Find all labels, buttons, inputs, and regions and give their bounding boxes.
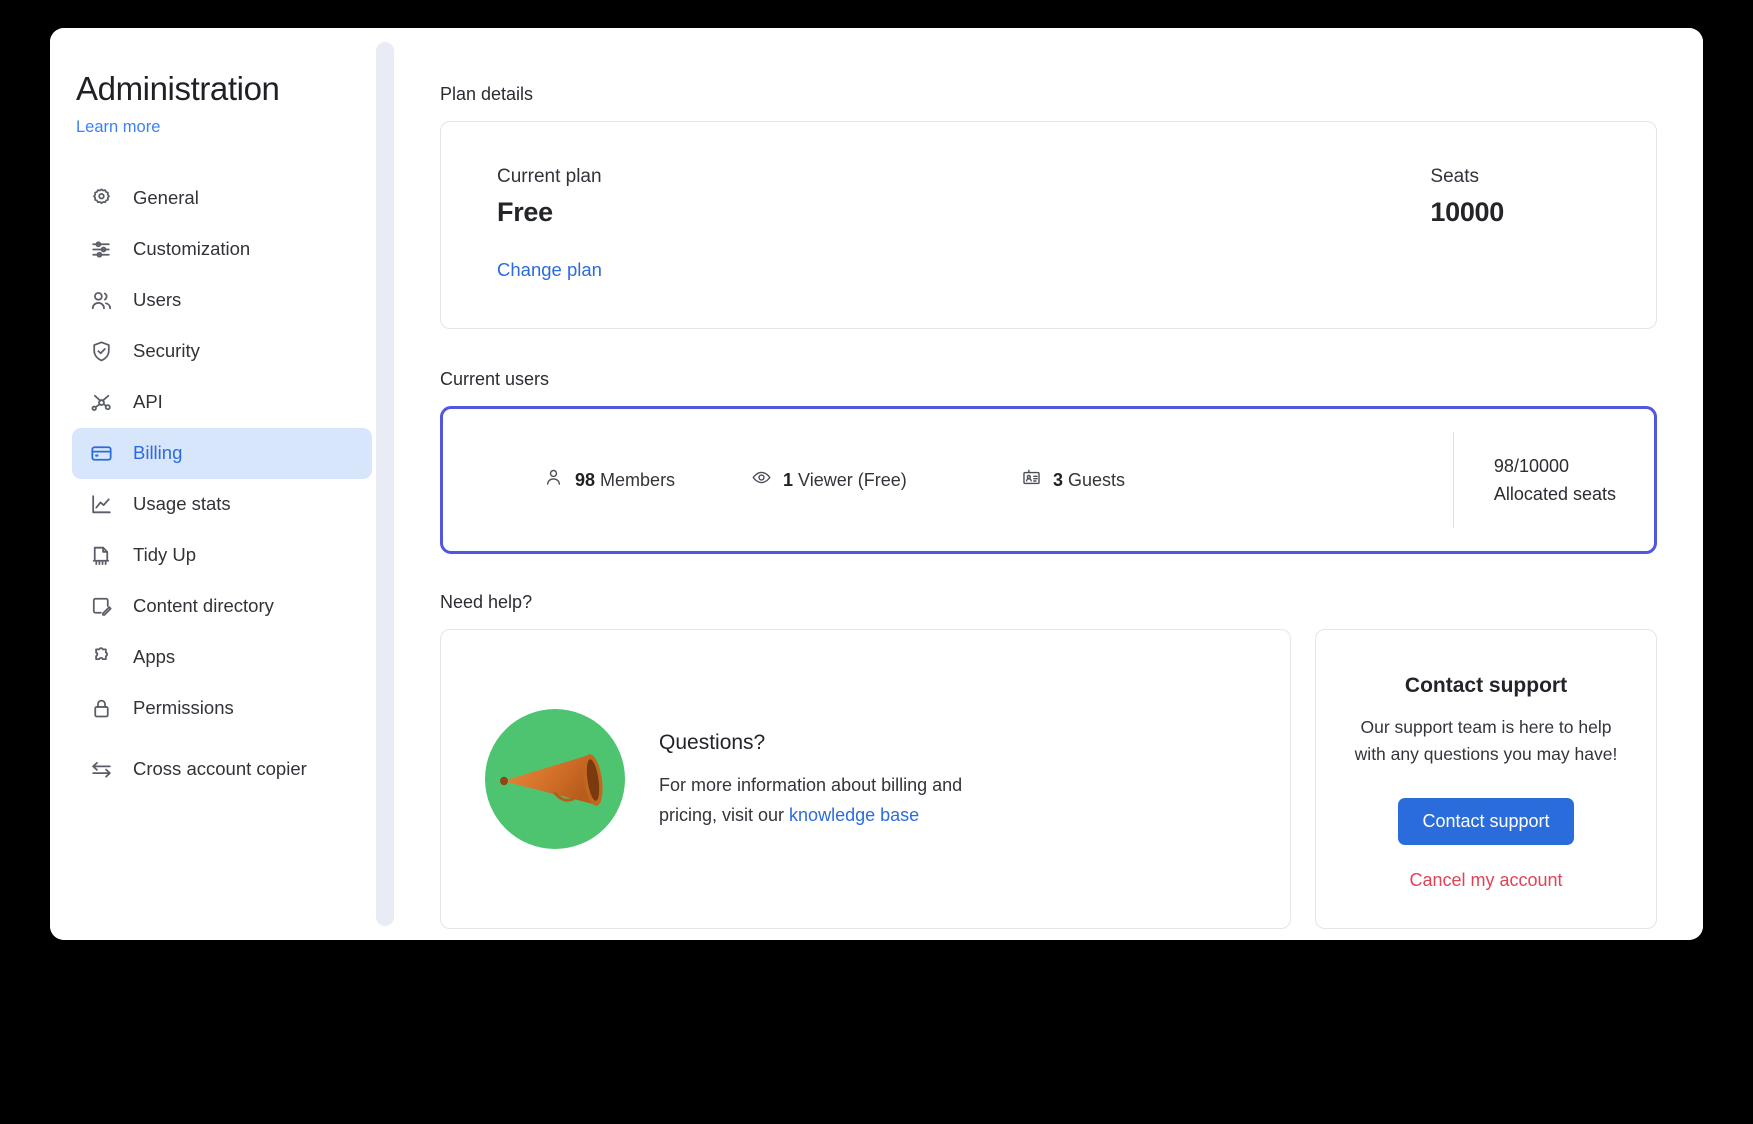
sidebar-item-label: API: [133, 390, 163, 414]
seats-label: Seats: [1430, 166, 1504, 188]
sidebar-item-customization[interactable]: Customization: [72, 224, 372, 275]
current-users-label: Current users: [440, 369, 1657, 390]
contact-support-card: Contact support Our support team is here…: [1315, 629, 1657, 929]
page-title: Administration: [72, 70, 372, 108]
learn-more-link[interactable]: Learn more: [76, 118, 160, 137]
plan-details-section: Plan details Current plan Free Change pl…: [440, 84, 1657, 329]
sidebar-item-usage-stats[interactable]: Usage stats: [72, 479, 372, 530]
need-help-section: Need help?: [440, 592, 1657, 929]
sidebar-item-permissions[interactable]: Permissions: [72, 683, 372, 734]
lock-icon: [88, 696, 114, 722]
allocated-seats-block: 98/10000 Allocated seats: [1494, 452, 1616, 509]
current-plan-block: Current plan Free Change plan: [497, 166, 602, 284]
allocated-seats-ratio: 98/10000: [1494, 452, 1616, 480]
sidebar-item-users[interactable]: Users: [72, 275, 372, 326]
stat-label: Members: [600, 470, 675, 490]
users-icon: [88, 288, 114, 314]
seats-block: Seats 10000: [1430, 166, 1600, 284]
stat-count: 98: [575, 470, 595, 490]
id-card-icon: [1021, 467, 1042, 493]
sidebar-item-label: Content directory: [133, 594, 274, 618]
main-content: Plan details Current plan Free Change pl…: [394, 28, 1703, 940]
pane-divider-scrollbar[interactable]: [376, 42, 394, 926]
puzzle-icon: [88, 645, 114, 671]
current-users-section: Current users 98 Members 1 Viewer (Free): [440, 369, 1657, 554]
seats-value: 10000: [1430, 197, 1504, 228]
stat-label: Viewer (Free): [798, 470, 907, 490]
questions-title: Questions?: [659, 731, 989, 755]
change-plan-link[interactable]: Change plan: [497, 259, 602, 281]
questions-body: For more information about billing and p…: [659, 771, 989, 830]
questions-card: Questions? For more information about bi…: [440, 629, 1291, 929]
sidebar-item-label: General: [133, 186, 199, 210]
allocated-seats-label: Allocated seats: [1494, 480, 1616, 508]
need-help-label: Need help?: [440, 592, 1657, 613]
sidebar: Administration Learn more General Custom…: [50, 28, 394, 940]
sidebar-item-label: Usage stats: [133, 492, 231, 516]
sidebar-item-apps[interactable]: Apps: [72, 632, 372, 683]
stat-label: Guests: [1068, 470, 1125, 490]
chart-line-icon: [88, 492, 114, 518]
sidebar-item-label: Permissions: [133, 696, 234, 720]
contact-support-button[interactable]: Contact support: [1398, 798, 1573, 845]
document-edit-icon: [88, 594, 114, 620]
transfer-arrows-icon: [88, 756, 114, 782]
broom-page-icon: [88, 543, 114, 569]
questions-text-block: Questions? For more information about bi…: [659, 727, 989, 830]
credit-card-icon: [88, 441, 114, 467]
sidebar-item-api[interactable]: API: [72, 377, 372, 428]
sidebar-item-general[interactable]: General: [72, 173, 372, 224]
person-icon: [543, 467, 564, 493]
eye-icon: [751, 467, 772, 493]
sidebar-item-label: Customization: [133, 237, 250, 261]
current-plan-label: Current plan: [497, 166, 602, 188]
sidebar-item-label: Cross account copier: [133, 757, 307, 781]
stat-members: 98 Members: [481, 467, 751, 493]
sidebar-item-label: Tidy Up: [133, 543, 196, 567]
contact-support-body: Our support team is here to help with an…: [1346, 714, 1626, 768]
vertical-divider: [1453, 432, 1454, 528]
current-users-card: 98 Members 1 Viewer (Free) 3 Guests: [440, 406, 1657, 554]
nodes-icon: [88, 390, 114, 416]
cancel-account-link[interactable]: Cancel my account: [1346, 870, 1626, 891]
sidebar-item-label: Users: [133, 288, 181, 312]
current-plan-value: Free: [497, 197, 602, 228]
gear-icon: [88, 186, 114, 212]
shield-check-icon: [88, 339, 114, 365]
megaphone-icon: [485, 709, 625, 849]
stat-guests: 3 Guests: [1021, 467, 1271, 493]
sidebar-item-label: Apps: [133, 645, 175, 669]
sidebar-item-cross-account-copier[interactable]: Cross account copier: [72, 734, 372, 804]
stat-viewers: 1 Viewer (Free): [751, 467, 1021, 493]
sidebar-item-security[interactable]: Security: [72, 326, 372, 377]
plan-details-card: Current plan Free Change plan Seats 1000…: [440, 121, 1657, 329]
sidebar-item-billing[interactable]: Billing: [72, 428, 372, 479]
knowledge-base-link[interactable]: knowledge base: [789, 805, 919, 825]
app-window: Administration Learn more General Custom…: [50, 28, 1703, 940]
stat-count: 1: [783, 470, 793, 490]
stat-count: 3: [1053, 470, 1063, 490]
user-stats-group: 98 Members 1 Viewer (Free) 3 Guests: [481, 467, 1453, 493]
sidebar-item-tidy-up[interactable]: Tidy Up: [72, 530, 372, 581]
sidebar-item-content-directory[interactable]: Content directory: [72, 581, 372, 632]
sliders-icon: [88, 237, 114, 263]
plan-details-label: Plan details: [440, 84, 1657, 105]
contact-support-title: Contact support: [1346, 674, 1626, 698]
sidebar-nav: General Customization Users Security: [72, 173, 372, 804]
sidebar-item-label: Security: [133, 339, 200, 363]
sidebar-item-label: Billing: [133, 441, 182, 465]
help-cards-row: Questions? For more information about bi…: [440, 629, 1657, 929]
